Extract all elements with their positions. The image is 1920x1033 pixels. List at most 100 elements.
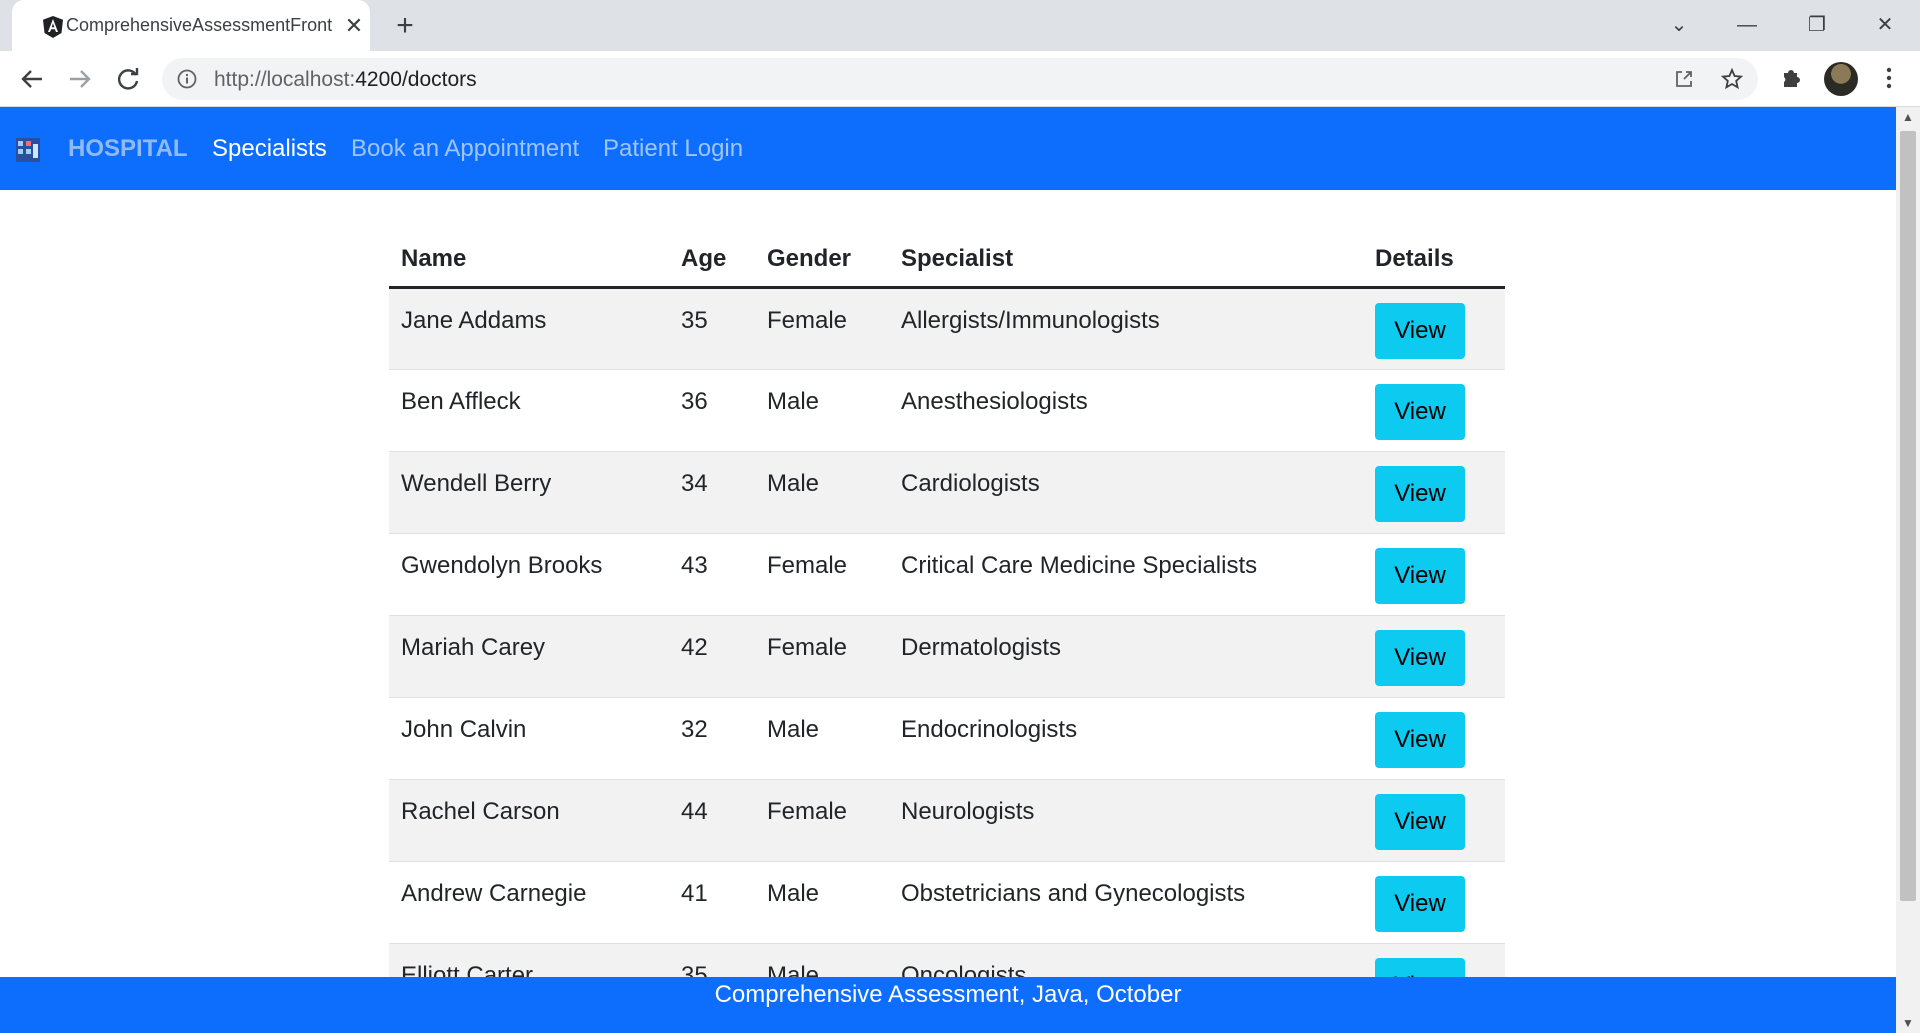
doctor-gender-cell: Female <box>755 779 889 862</box>
nav-link-specialists[interactable]: Specialists <box>212 135 327 163</box>
close-icon[interactable]: ✕ <box>342 14 366 38</box>
doctor-age-cell: 36 <box>669 369 755 452</box>
doctor-name-cell: Wendell Berry <box>389 451 669 534</box>
doctor-specialist-cell: Dermatologists <box>889 615 1363 698</box>
extensions-icon[interactable] <box>1776 63 1806 93</box>
scroll-down-arrow-icon[interactable]: ▼ <box>1896 1013 1920 1033</box>
details-cell: View <box>1363 861 1505 944</box>
doctor-age-cell: 34 <box>669 451 755 534</box>
url-text: http://localhost:4200/doctors <box>214 68 477 92</box>
angular-icon <box>43 16 63 38</box>
doctors-table: Name Age Gender Specialist Details Jane … <box>389 231 1505 1026</box>
table-row: Wendell Berry 34 Male Cardiologists View <box>389 451 1505 534</box>
scrollbar[interactable]: ▲ ▼ <box>1896 107 1920 1033</box>
doctor-name-cell: Jane Addams <box>389 287 669 370</box>
view-details-button[interactable]: View <box>1375 712 1465 768</box>
doctor-age-cell: 41 <box>669 861 755 944</box>
view-details-button[interactable]: View <box>1375 630 1465 686</box>
doctor-gender-cell: Male <box>755 369 889 452</box>
details-cell: View <box>1363 533 1505 616</box>
details-cell: View <box>1363 697 1505 780</box>
doctor-name-cell: Mariah Carey <box>389 615 669 698</box>
browser-toolbar: http://localhost:4200/doctors <box>0 51 1920 107</box>
doctor-gender-cell: Female <box>755 533 889 616</box>
doctor-age-cell: 43 <box>669 533 755 616</box>
footer-text: Comprehensive Assessment, Java, October <box>714 981 1182 1008</box>
scrollbar-thumb[interactable] <box>1900 131 1916 901</box>
doctor-name-cell: Andrew Carnegie <box>389 861 669 944</box>
details-cell: View <box>1363 451 1505 534</box>
column-header-details: Details <box>1363 231 1505 289</box>
doctor-gender-cell: Male <box>755 697 889 780</box>
brand-link[interactable]: HOSPITAL <box>68 135 188 163</box>
view-details-button[interactable]: View <box>1375 384 1465 440</box>
info-icon[interactable] <box>176 68 198 90</box>
tab-title: ComprehensiveAssessmentFront <box>66 15 333 35</box>
doctor-gender-cell: Male <box>755 451 889 534</box>
browser-tab[interactable]: ComprehensiveAssessmentFront ✕ <box>12 0 370 51</box>
column-header-name: Name <box>389 231 669 289</box>
star-icon[interactable] <box>1720 67 1744 91</box>
scroll-up-arrow-icon[interactable]: ▲ <box>1896 107 1920 127</box>
doctor-age-cell: 32 <box>669 697 755 780</box>
table-row: Gwendolyn Brooks 43 Female Critical Care Me… <box>389 533 1505 616</box>
doctor-name-cell: Rachel Carson <box>389 779 669 862</box>
navbar: HOSPITAL Specialists Book an Appointment… <box>0 107 1896 190</box>
view-details-button[interactable]: View <box>1375 876 1465 932</box>
restore-icon[interactable]: ❐ <box>1800 10 1834 40</box>
details-cell: View <box>1363 369 1505 452</box>
doctor-gender-cell: Male <box>755 861 889 944</box>
view-details-button[interactable]: View <box>1375 794 1465 850</box>
table-row: John Calvin 32 Male Endocrinologists View <box>389 697 1505 780</box>
doctor-name-cell: Gwendolyn Brooks <box>389 533 669 616</box>
close-window-icon[interactable]: ✕ <box>1868 10 1902 40</box>
column-header-age: Age <box>669 231 755 289</box>
details-cell: View <box>1363 615 1505 698</box>
doctor-specialist-cell: Allergists/Immunologists <box>889 287 1363 370</box>
table-row: Jane Addams 35 Female Allergists/Immunologi… <box>389 287 1505 370</box>
doctor-name-cell: Ben Affleck <box>389 369 669 452</box>
table-row: Andrew Carnegie 41 Male Obstetricians and G… <box>389 861 1505 944</box>
doctor-gender-cell: Female <box>755 287 889 370</box>
minimize-icon[interactable]: — <box>1730 10 1764 40</box>
doctor-gender-cell: Female <box>755 615 889 698</box>
address-bar[interactable]: http://localhost:4200/doctors <box>162 58 1758 100</box>
page-viewport: HOSPITAL Specialists Book an Appointment… <box>0 107 1896 1033</box>
table-row: Mariah Carey 42 Female Dermatologists View <box>389 615 1505 698</box>
view-details-button[interactable]: View <box>1375 548 1465 604</box>
footer: Comprehensive Assessment, Java, October <box>0 977 1896 1033</box>
details-cell: View <box>1363 779 1505 862</box>
back-icon[interactable] <box>16 63 48 95</box>
column-header-gender: Gender <box>755 231 889 289</box>
doctor-age-cell: 42 <box>669 615 755 698</box>
doctor-specialist-cell: Obstetricians and Gynecologists <box>889 861 1363 944</box>
doctor-specialist-cell: Anesthesiologists <box>889 369 1363 452</box>
forward-icon[interactable] <box>64 63 96 95</box>
plus-icon[interactable]: + <box>390 11 420 41</box>
column-header-specialist: Specialist <box>889 231 1363 289</box>
url-path: 4200/doctors <box>355 68 477 91</box>
table-row: Rachel Carson 44 Female Neurologists View <box>389 779 1505 862</box>
doctor-age-cell: 44 <box>669 779 755 862</box>
view-details-button[interactable]: View <box>1375 303 1465 359</box>
hospital-logo-icon[interactable] <box>14 136 42 164</box>
menu-icon[interactable] <box>1874 63 1904 93</box>
avatar[interactable] <box>1824 62 1858 96</box>
doctor-name-cell: John Calvin <box>389 697 669 780</box>
doctor-specialist-cell: Neurologists <box>889 779 1363 862</box>
view-details-button[interactable]: View <box>1375 466 1465 522</box>
chevron-down-icon[interactable]: ⌄ <box>1662 10 1696 40</box>
share-icon[interactable] <box>1672 67 1696 91</box>
doctor-specialist-cell: Critical Care Medicine Specialists <box>889 533 1363 616</box>
reload-icon[interactable] <box>112 63 144 95</box>
table-row: Ben Affleck 36 Male Anesthesiologists View <box>389 369 1505 452</box>
nav-link-book-appointment[interactable]: Book an Appointment <box>351 135 579 163</box>
url-prefix: http://localhost: <box>214 68 356 91</box>
doctor-specialist-cell: Cardiologists <box>889 451 1363 534</box>
table-header-row: Name Age Gender Specialist Details <box>389 231 1505 289</box>
nav-link-patient-login[interactable]: Patient Login <box>603 135 743 163</box>
details-cell: View <box>1363 287 1505 370</box>
browser-tab-strip: ComprehensiveAssessmentFront ✕ + ⌄ — ❐ ✕ <box>0 0 1920 51</box>
doctor-specialist-cell: Endocrinologists <box>889 697 1363 780</box>
doctor-age-cell: 35 <box>669 287 755 370</box>
